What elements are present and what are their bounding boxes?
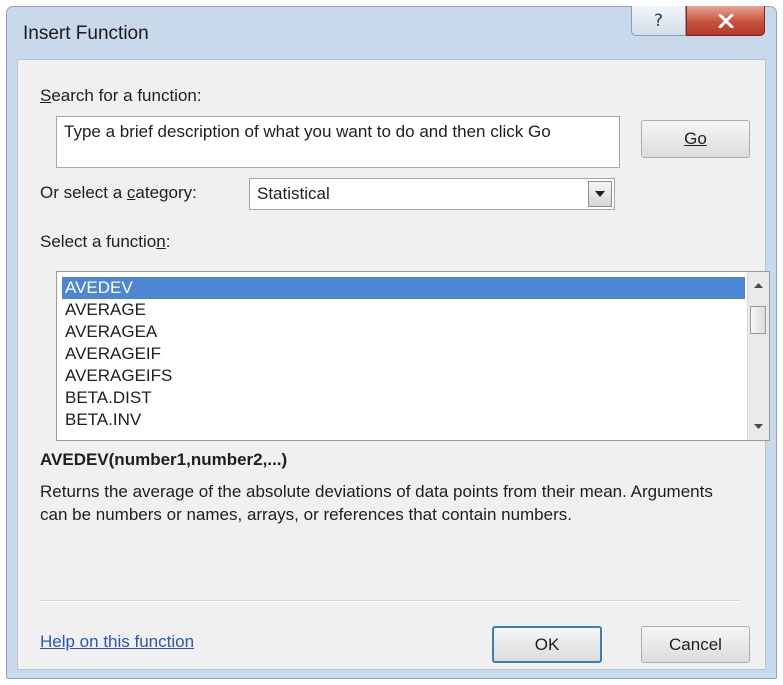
list-item-average[interactable]: AVERAGE (62, 299, 745, 321)
scroll-up-button[interactable] (748, 275, 769, 296)
scroll-down-button[interactable] (748, 416, 769, 437)
title-bar[interactable]: Insert Function ? (7, 6, 776, 59)
search-input[interactable]: Type a brief description of what you wan… (56, 116, 620, 168)
dialog-title: Insert Function (23, 23, 149, 44)
dialog-body: Search for a function: Type a brief desc… (17, 59, 770, 670)
function-list-label-mnemonic: n (156, 232, 166, 251)
help-on-function-link[interactable]: Help on this function (40, 632, 194, 652)
footer-separator (40, 600, 740, 602)
function-description: Returns the average of the absolute devi… (40, 482, 713, 524)
category-label-post: ategory: (135, 183, 197, 202)
category-label-pre: Or select a (40, 183, 127, 202)
chevron-down-icon (595, 191, 605, 197)
category-label: Or select a category: (40, 183, 197, 203)
cancel-button[interactable]: Cancel (641, 626, 750, 663)
search-label-text: earch for a function: (51, 86, 202, 105)
category-selected-value: Statistical (257, 184, 330, 203)
search-label: Search for a function: (40, 86, 202, 106)
help-button[interactable]: ? (631, 6, 686, 36)
scroll-thumb[interactable] (750, 306, 766, 334)
close-icon (718, 13, 733, 28)
go-button-label: Go (684, 129, 707, 148)
category-dropdown-button[interactable] (588, 181, 612, 207)
list-item-avedev[interactable]: AVEDEV (62, 277, 745, 299)
search-label-mnemonic: S (40, 86, 52, 105)
scroll-down-icon (754, 424, 763, 429)
scroll-up-icon (754, 283, 763, 288)
function-list-label-post: : (165, 232, 171, 251)
function-list-label: Select a function: (40, 232, 170, 252)
list-item-averagea[interactable]: AVERAGEA (62, 321, 745, 343)
function-listbox[interactable]: AVEDEV AVERAGE AVERAGEA AVERAGEIF AVERAG… (56, 271, 770, 441)
insert-function-dialog: Insert Function ? Search for a function:… (6, 6, 777, 679)
function-list-label-pre: Select a functio (40, 232, 157, 251)
list-item-beta-inv[interactable]: BETA.INV (62, 409, 745, 431)
ok-button-label: OK (534, 634, 560, 654)
function-list-scrollbar[interactable] (747, 272, 769, 440)
help-icon: ? (653, 10, 664, 31)
category-select[interactable]: Statistical (249, 178, 615, 210)
list-item-averageif[interactable]: AVERAGEIF (62, 343, 745, 365)
cancel-button-label: Cancel (669, 634, 722, 654)
close-button[interactable] (686, 6, 765, 36)
go-button[interactable]: Go (641, 120, 750, 158)
ok-button[interactable]: OK (492, 626, 602, 663)
list-item-beta-dist[interactable]: BETA.DIST (62, 387, 745, 409)
list-item-averageifs[interactable]: AVERAGEIFS (62, 365, 745, 387)
function-signature: AVEDEV(number1,number2,...) (40, 450, 288, 469)
